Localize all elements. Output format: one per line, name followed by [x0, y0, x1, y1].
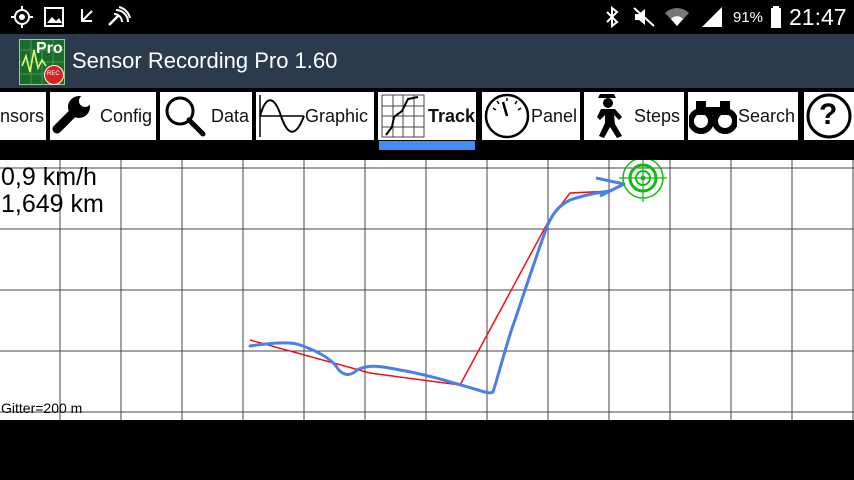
gauge-icon: [484, 93, 530, 139]
tab-sensors-label: nsors: [0, 106, 45, 126]
image-icon: [44, 7, 64, 27]
tab-help[interactable]: ?: [804, 92, 854, 140]
tab-bar: nsors Config Data Graphic Track Panel St…: [0, 88, 854, 158]
battery-icon: [771, 6, 781, 28]
rec-badge: REC: [44, 65, 64, 85]
speed-readout: 0,9 km/h: [1, 163, 97, 191]
app-title: Sensor Recording Pro 1.60: [72, 48, 338, 73]
magnifier-icon: [165, 96, 206, 137]
mute-icon: [633, 7, 655, 27]
signal-icon: [702, 7, 722, 27]
sine-wave-icon: [259, 95, 305, 137]
tab-graphic[interactable]: Graphic: [256, 92, 374, 140]
tab-track-label: Track: [428, 106, 476, 126]
distance-readout: 1,649 km: [1, 190, 104, 218]
tab-data-label: Data: [211, 106, 250, 126]
grid-scale-label: Gitter=200 m: [1, 400, 83, 416]
tab-search-label: Search: [738, 106, 796, 126]
tab-help-label: ?: [819, 98, 838, 131]
battery-percent: 91%: [733, 9, 764, 26]
tab-panel-label: Panel: [531, 106, 578, 126]
tab-steps-label: Steps: [634, 106, 681, 126]
wrench-icon: [52, 95, 91, 134]
bluetooth-icon: [606, 5, 619, 29]
call-missed-icon: [81, 9, 93, 22]
logo-text: Pro: [36, 40, 63, 57]
app-bar: Pro REC Sensor Recording Pro 1.60: [0, 34, 854, 88]
gps-icon: [11, 6, 33, 28]
track-view[interactable]: 0,9 km/h 1,649 km Gitter=200 m: [0, 160, 854, 420]
track-map[interactable]: [0, 160, 854, 420]
tab-sensors[interactable]: nsors: [0, 92, 46, 140]
clock: 21:47: [789, 4, 847, 30]
tab-panel[interactable]: Panel: [482, 92, 580, 140]
nfc-icon: [108, 6, 131, 26]
tab-search[interactable]: Search: [688, 92, 798, 140]
target-icon: [619, 160, 667, 202]
tab-data[interactable]: Data: [160, 92, 252, 140]
tab-steps[interactable]: Steps: [584, 92, 684, 140]
rec-badge-text: REC: [47, 71, 60, 77]
binoculars-icon: [689, 101, 737, 134]
bottom-area: [0, 420, 854, 480]
app-logo: Pro REC: [19, 39, 65, 85]
tab-track[interactable]: Track: [378, 92, 476, 140]
track-map-icon: [381, 94, 425, 138]
wifi-icon: [665, 8, 689, 26]
tab-config-label: Config: [100, 106, 153, 126]
selected-tab-indicator: [379, 141, 475, 150]
tab-config[interactable]: Config: [50, 92, 156, 140]
tab-graphic-label: Graphic: [305, 106, 369, 126]
walking-man-icon: [597, 94, 622, 138]
status-bar: 91% 21:47: [0, 0, 854, 34]
